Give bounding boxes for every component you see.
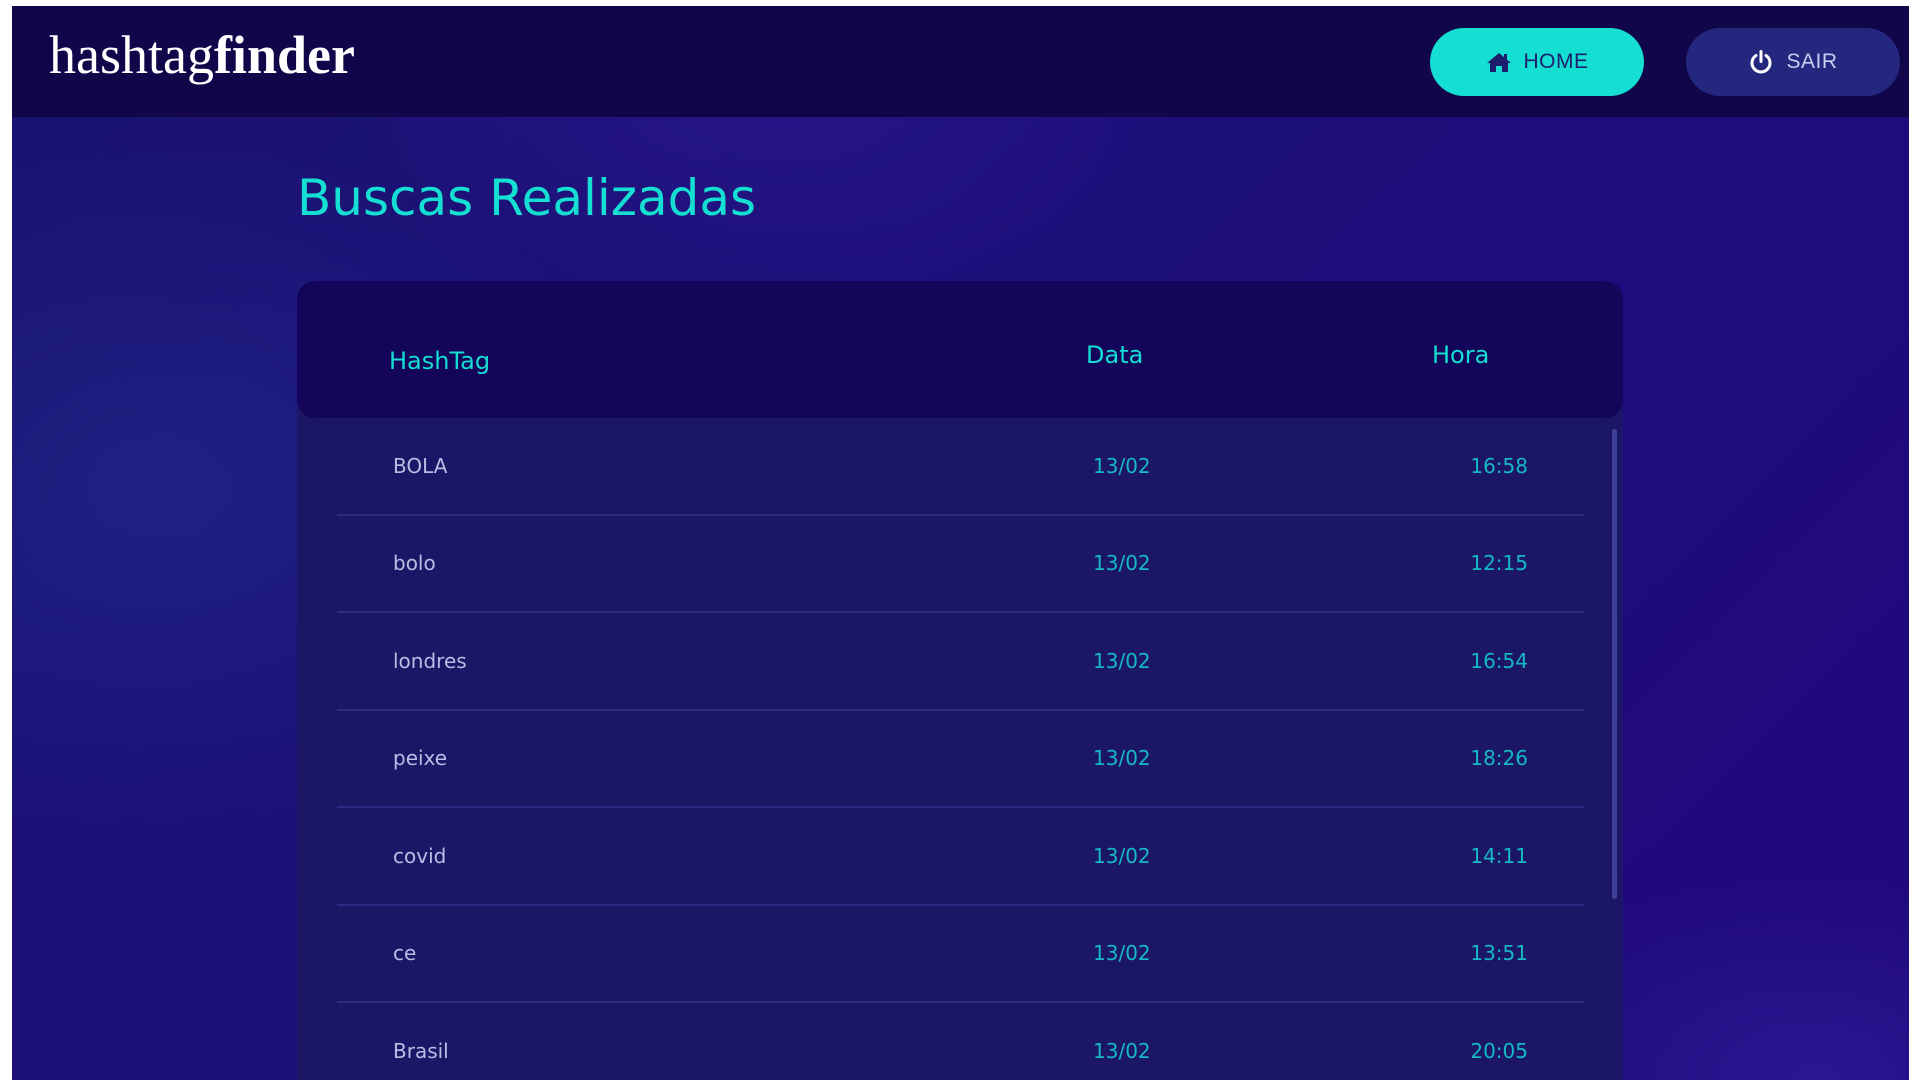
row-date: 13/02 (1093, 1038, 1151, 1063)
row-date: 13/02 (1093, 941, 1151, 966)
home-button[interactable]: HOME (1430, 28, 1644, 96)
row-hashtag: BOLA (393, 453, 448, 478)
row-date: 13/02 (1093, 746, 1151, 771)
table-row[interactable]: londres 13/02 16:54 (337, 613, 1584, 711)
table-row[interactable]: BOLA 13/02 16:58 (337, 418, 1584, 516)
row-date: 13/02 (1093, 453, 1151, 478)
table-scrollbar[interactable] (1612, 429, 1617, 899)
table-row[interactable]: peixe 13/02 18:26 (337, 711, 1584, 808)
row-time: 18:26 (1470, 746, 1528, 771)
home-button-label: HOME (1523, 50, 1589, 73)
row-hashtag: covid (393, 843, 447, 868)
row-date: 13/02 (1093, 648, 1151, 673)
brand-logo-regular: hashtag (49, 25, 214, 85)
row-time: 14:11 (1470, 843, 1528, 868)
sair-button[interactable]: SAIR (1686, 28, 1900, 96)
row-hashtag: londres (393, 648, 467, 673)
column-header-data[interactable]: Data (1086, 341, 1143, 369)
row-hashtag: Brasil (393, 1038, 449, 1063)
row-time: 20:05 (1470, 1038, 1528, 1063)
row-time: 13:51 (1470, 941, 1528, 966)
navbar: hashtagfinder HOME SAIR (12, 6, 1909, 117)
sair-button-label: SAIR (1786, 50, 1838, 73)
row-date: 13/02 (1093, 551, 1151, 576)
row-time: 16:58 (1470, 453, 1528, 478)
row-hashtag: peixe (393, 746, 448, 771)
page-title: Buscas Realizadas (297, 169, 757, 227)
table-row[interactable]: ce 13/02 13:51 (337, 906, 1584, 1003)
brand-logo[interactable]: hashtagfinder (49, 28, 355, 82)
row-date: 13/02 (1093, 843, 1151, 868)
table-header: HashTag Data Hora (297, 281, 1623, 418)
power-icon (1748, 49, 1774, 75)
column-header-hashtag[interactable]: HashTag (389, 347, 490, 375)
row-hashtag: bolo (393, 551, 436, 576)
table-row[interactable]: covid 13/02 14:11 (337, 808, 1584, 906)
table-body: BOLA 13/02 16:58 bolo 13/02 12:15 londre… (337, 418, 1584, 1080)
app-window: hashtagfinder HOME SAIR Buscas Realizada… (12, 6, 1909, 1080)
table-row[interactable]: Brasil 13/02 20:05 (337, 1003, 1584, 1080)
brand-logo-bold: finder (213, 25, 355, 85)
row-time: 12:15 (1470, 551, 1528, 576)
searches-table: HashTag Data Hora BOLA 13/02 16:58 bolo … (297, 281, 1623, 1080)
table-row[interactable]: bolo 13/02 12:15 (337, 516, 1584, 613)
row-hashtag: ce (393, 941, 417, 966)
home-icon (1486, 51, 1512, 73)
column-header-hora[interactable]: Hora (1432, 341, 1489, 369)
row-time: 16:54 (1470, 648, 1528, 673)
